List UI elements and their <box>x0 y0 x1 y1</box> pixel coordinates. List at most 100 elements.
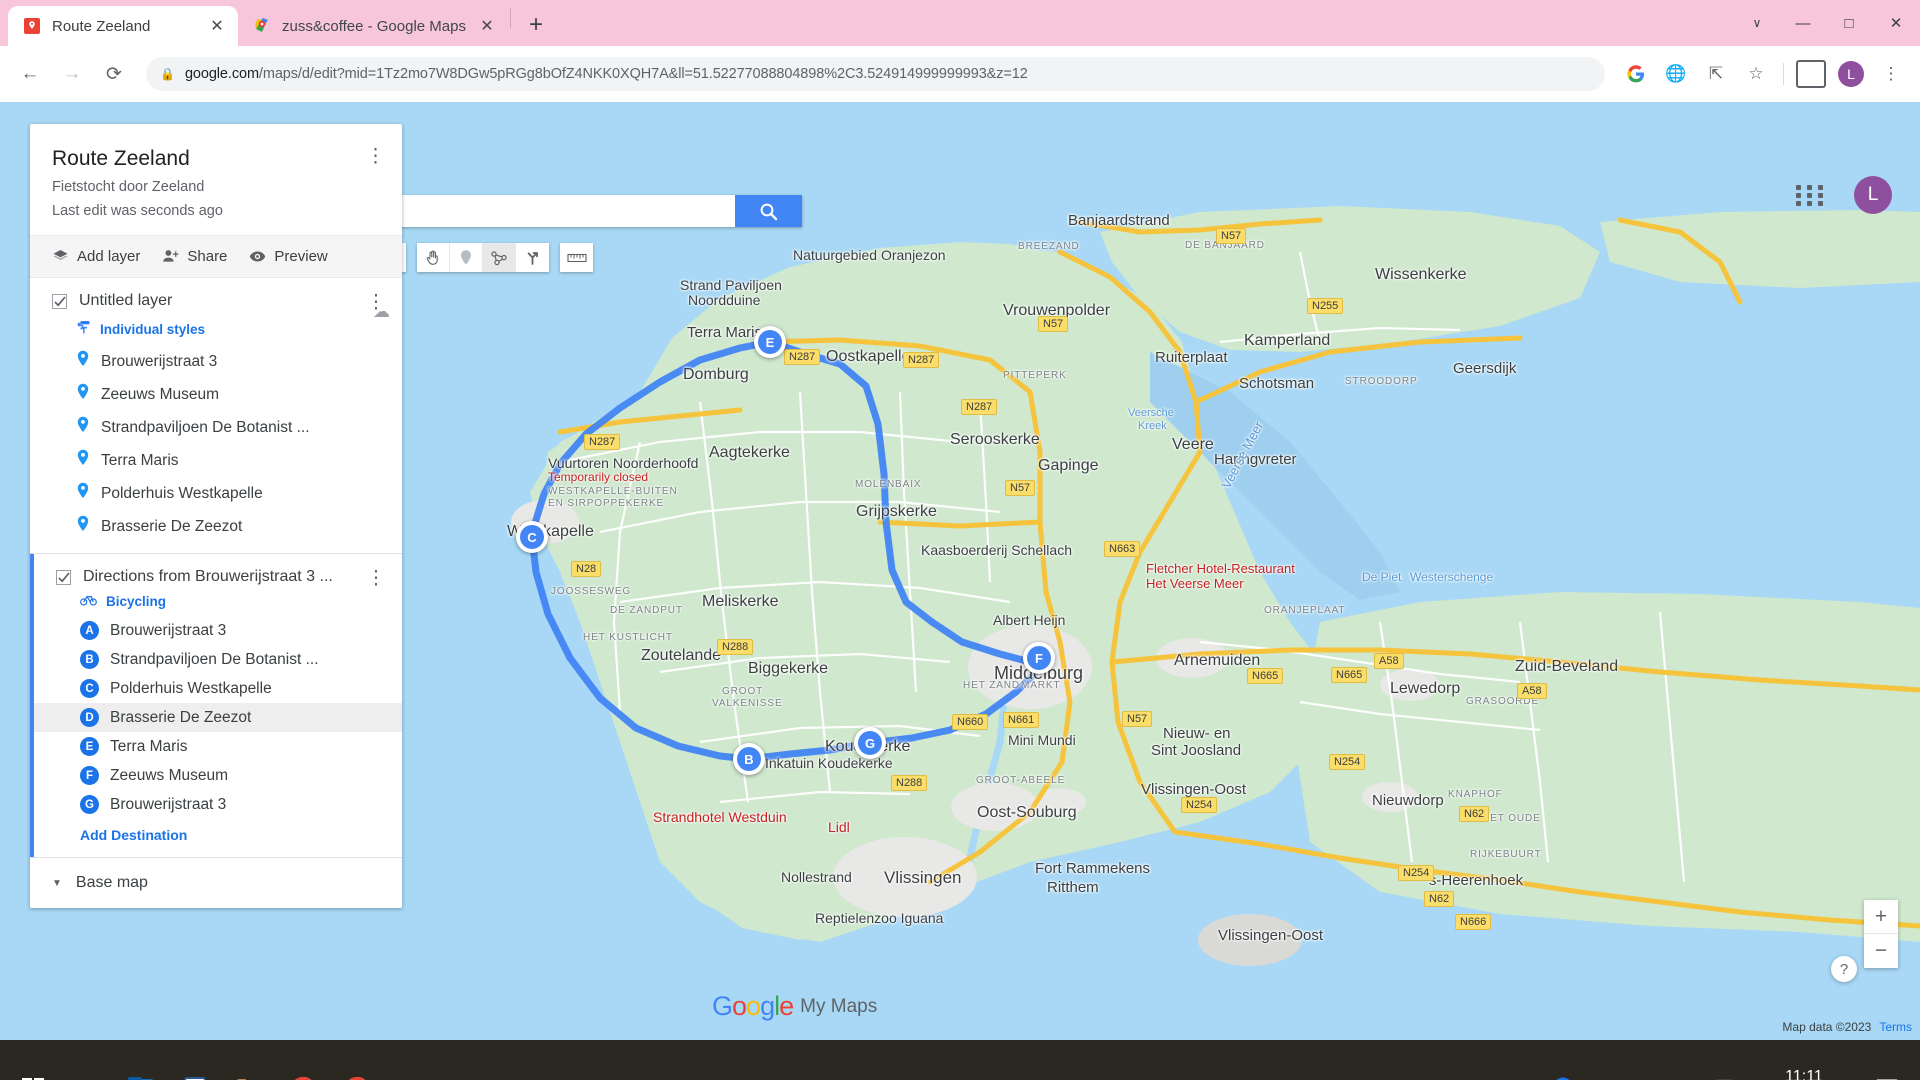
map-attribution: Map data ©2023 Terms <box>1782 1020 1912 1034</box>
show-hidden-icons-chevron[interactable]: ^ <box>1584 1040 1624 1080</box>
search-button[interactable] <box>735 195 802 227</box>
directions-visibility-checkbox[interactable] <box>56 570 71 585</box>
direction-stop-item[interactable]: ABrouwerijstraat 3 <box>34 616 402 645</box>
add-directions-icon[interactable] <box>516 243 549 272</box>
preview-button[interactable]: Preview <box>249 248 327 265</box>
map-description[interactable]: Fietstocht door Zeeland <box>52 179 380 195</box>
direction-stop-item[interactable]: GBrouwerijstraat 3 <box>34 790 402 819</box>
clock-time: 11:11 <box>1744 1065 1864 1080</box>
place-list-item[interactable]: Strandpaviljoen De Botanist ... <box>30 411 402 444</box>
help-button[interactable]: ? <box>1831 956 1857 982</box>
url-host: google.com <box>185 66 259 82</box>
directions-layer-name[interactable]: Directions from Brouwerijstraat 3 ... <box>83 568 333 586</box>
place-list-item[interactable]: Polderhuis Westkapelle <box>30 477 402 510</box>
windows-taskbar: W ?i ^ 11:11 31-3-2023 <box>0 1040 1920 1080</box>
camera-icon[interactable] <box>1664 1040 1704 1080</box>
map-pin-icon <box>76 482 90 505</box>
add-layer-button[interactable]: Add layer <box>52 248 140 265</box>
zoom-in-button[interactable]: + <box>1864 900 1898 934</box>
start-button[interactable] <box>6 1040 60 1080</box>
layer-places-list: Brouwerijstraat 3Zeeuws MuseumStrandpavi… <box>30 345 402 543</box>
chevron-down-icon[interactable]: ▼ <box>52 878 62 889</box>
layer-visibility-checkbox[interactable] <box>52 294 67 309</box>
extensions-puzzle-icon[interactable] <box>1794 57 1828 91</box>
stop-label: Strandpaviljoen De Botanist ... <box>110 651 319 669</box>
place-label: Terra Maris <box>101 452 179 470</box>
url-path: /maps/d/edit?mid=1Tz2mo7W8DGw5pRGg8bOfZ4… <box>259 66 1028 82</box>
terms-link[interactable]: Terms <box>1879 1020 1912 1034</box>
travel-mode-button[interactable]: Bicycling <box>34 586 402 616</box>
notification-icon[interactable] <box>1864 1040 1910 1080</box>
place-label: Polderhuis Westkapelle <box>101 485 263 503</box>
base-map-label: Base map <box>76 874 148 892</box>
taskbar-clock[interactable]: 11:11 31-3-2023 <box>1744 1065 1864 1080</box>
base-map-section[interactable]: ▼ Base map <box>30 857 402 908</box>
volume-muted-icon[interactable] <box>1624 1040 1664 1080</box>
map-pin-icon <box>76 383 90 406</box>
direction-stop-item[interactable]: FZeeuws Museum <box>34 761 402 790</box>
new-tab-button[interactable]: + <box>519 8 553 42</box>
map-title[interactable]: Route Zeeland <box>52 146 380 171</box>
stop-badge: E <box>80 737 99 756</box>
stop-badge: B <box>80 650 99 669</box>
help-icon[interactable]: ?i <box>1544 1040 1584 1080</box>
stop-badge: G <box>80 795 99 814</box>
address-bar-url: google.com/maps/d/edit?mid=1Tz2mo7W8DGw5… <box>185 66 1028 82</box>
profile-avatar[interactable]: L <box>1834 57 1868 91</box>
direction-stop-item[interactable]: DBrasserie De Zeezot <box>34 703 402 732</box>
map-options-kebab-icon[interactable]: ⋮ <box>362 142 390 170</box>
individual-styles-label: Individual styles <box>100 322 205 337</box>
forward-icon[interactable]: → <box>54 56 90 92</box>
direction-stop-item[interactable]: CPolderhuis Westkapelle <box>34 674 402 703</box>
close-tab-icon[interactable]: ✕ <box>476 15 498 37</box>
window-controls: ∨ — □ ✕ <box>1734 0 1920 46</box>
place-list-item[interactable]: Terra Maris <box>30 444 402 477</box>
individual-styles-button[interactable]: Individual styles <box>30 310 402 345</box>
chrome-menu-icon[interactable]: ⋮ <box>1874 57 1908 91</box>
tab-search-chevron-icon[interactable]: ∨ <box>1734 0 1780 46</box>
share-button[interactable]: Share <box>162 248 227 265</box>
measure-ruler-icon[interactable] <box>560 243 593 272</box>
share-icon[interactable]: ⇱ <box>1699 57 1733 91</box>
direction-stop-item[interactable]: B Strandpaviljoen De Botanist ... <box>34 645 402 674</box>
back-icon[interactable]: ← <box>12 56 48 92</box>
file-explorer-button[interactable] <box>222 1040 276 1080</box>
stop-label: Terra Maris <box>110 738 188 756</box>
chrome-button[interactable] <box>276 1040 330 1080</box>
direction-stop-item[interactable]: E Terra Maris <box>34 732 402 761</box>
word-button[interactable]: W <box>168 1040 222 1080</box>
maximize-button[interactable]: □ <box>1826 0 1872 46</box>
close-tab-icon[interactable]: ✕ <box>206 15 228 37</box>
google-account-icon[interactable] <box>1619 57 1653 91</box>
directions-options-kebab-icon[interactable]: ⋮ <box>362 564 390 592</box>
place-list-item[interactable]: Brouwerijstraat 3 <box>30 345 402 378</box>
maps-pin-icon <box>22 16 42 36</box>
map-pin-icon <box>76 416 90 439</box>
google-apps-grid-icon[interactable] <box>1796 180 1826 210</box>
task-view-button[interactable] <box>60 1040 114 1080</box>
place-list-item[interactable]: Zeeuws Museum <box>30 378 402 411</box>
reload-icon[interactable]: ⟳ <box>96 56 132 92</box>
draw-line-icon[interactable] <box>483 243 516 272</box>
chrome-active-button[interactable] <box>330 1040 384 1080</box>
translate-icon[interactable]: 🌐 <box>1659 57 1693 91</box>
browser-tab-inactive[interactable]: zuss&coffee - Google Maps ✕ <box>238 6 508 46</box>
outlook-button[interactable] <box>114 1040 168 1080</box>
place-list-item[interactable]: Brasserie De Zeezot <box>30 510 402 543</box>
address-bar[interactable]: 🔒 google.com/maps/d/edit?mid=1Tz2mo7W8DG… <box>146 57 1605 91</box>
bookmark-star-icon[interactable]: ☆ <box>1739 57 1773 91</box>
add-marker-icon[interactable] <box>450 243 483 272</box>
panel-action-bar: Add layer Share Preview <box>30 235 402 278</box>
zoom-out-button[interactable]: − <box>1864 934 1898 968</box>
google-profile-avatar[interactable]: L <box>1854 176 1892 214</box>
minimize-button[interactable]: — <box>1780 0 1826 46</box>
layer-options-kebab-icon[interactable]: ⋮ <box>362 288 390 316</box>
display-icon[interactable] <box>1704 1040 1744 1080</box>
browser-tab-active[interactable]: Route Zeeland ✕ <box>8 6 238 46</box>
add-destination-button[interactable]: Add Destination <box>34 819 402 849</box>
close-window-button[interactable]: ✕ <box>1872 0 1920 46</box>
browser-tab-strip: Route Zeeland ✕ zuss&coffee - Google Map… <box>0 0 1920 46</box>
layer-name[interactable]: Untitled layer <box>79 292 172 310</box>
map-search-box[interactable] <box>340 195 802 227</box>
hand-pan-icon[interactable] <box>417 243 450 272</box>
